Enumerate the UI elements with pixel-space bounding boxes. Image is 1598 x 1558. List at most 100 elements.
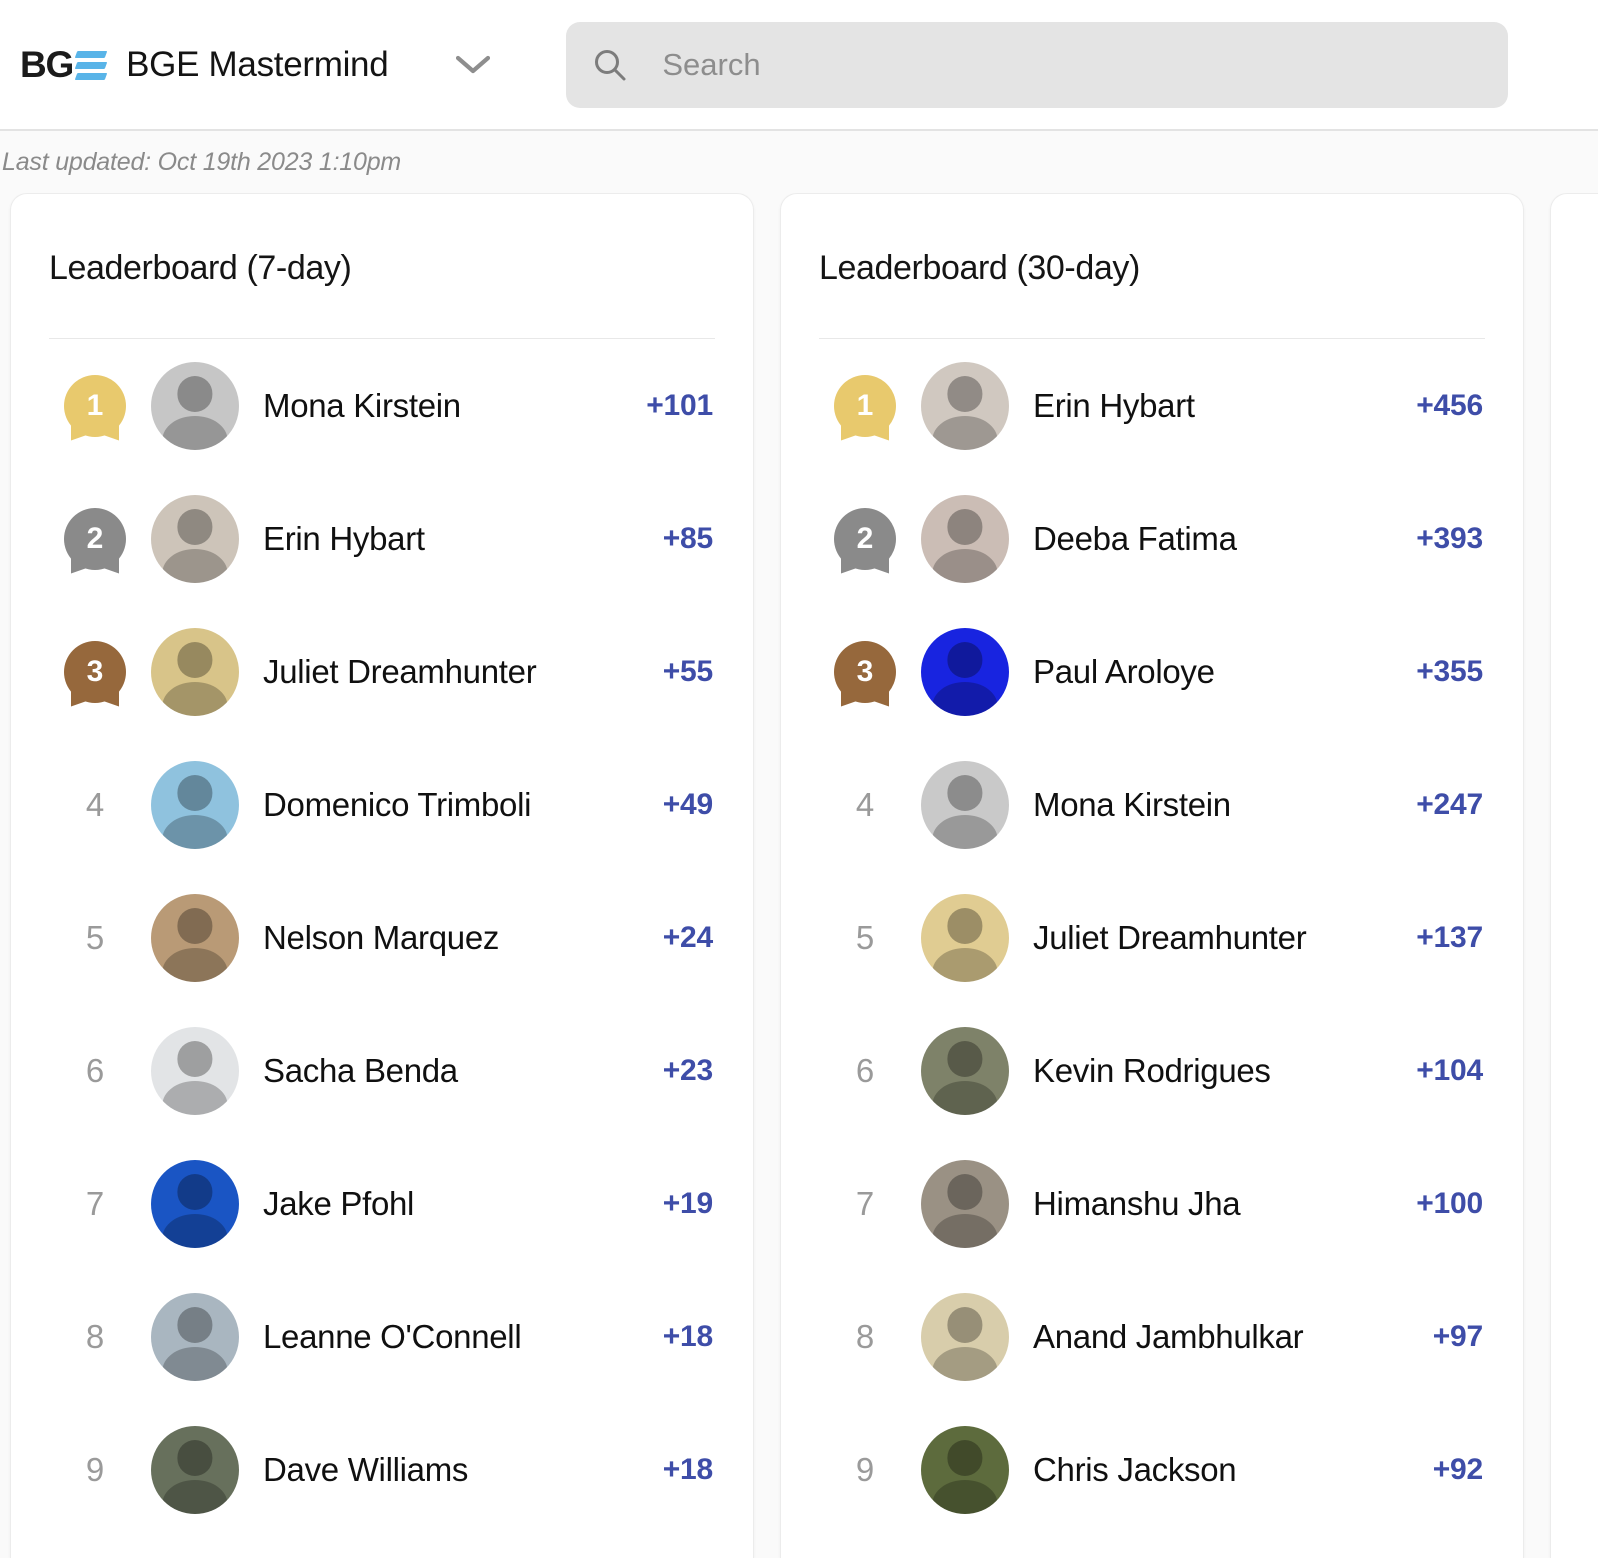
avatar[interactable] — [151, 1293, 239, 1381]
medal-silver-icon: 2 — [834, 508, 896, 570]
member-name: Erin Hybart — [1019, 387, 1416, 425]
search-icon — [592, 47, 628, 83]
rank-cell: 5 — [819, 871, 911, 1004]
rank-number: 1 — [834, 375, 896, 437]
score-value: +92 — [1433, 1453, 1485, 1487]
rank-number: 7 — [856, 1185, 874, 1223]
avatar[interactable] — [151, 495, 239, 583]
rank-cell: 1 — [819, 339, 911, 472]
member-name: Paul Aroloye — [1019, 653, 1416, 691]
leaderboard-row[interactable]: 2Deeba Fatima+393 — [819, 472, 1485, 605]
search-input[interactable] — [662, 22, 1482, 108]
score-value: +137 — [1416, 921, 1485, 955]
avatar[interactable] — [921, 1160, 1009, 1248]
leaderboard-row[interactable]: 4Domenico Trimboli+49 — [49, 738, 715, 871]
avatar[interactable] — [151, 894, 239, 982]
score-value: +19 — [663, 1187, 715, 1221]
score-value: +355 — [1416, 655, 1485, 689]
medal-silver-icon: 2 — [64, 508, 126, 570]
avatar[interactable] — [921, 1426, 1009, 1514]
avatar[interactable] — [151, 628, 239, 716]
score-value: +100 — [1416, 1187, 1485, 1221]
leaderboard-row[interactable]: 5Nelson Marquez+24 — [49, 871, 715, 1004]
rank-cell: 9 — [819, 1403, 911, 1536]
rank-cell: 4 — [819, 738, 911, 871]
avatar-portrait — [151, 894, 239, 982]
search-bar[interactable] — [566, 22, 1508, 108]
leaderboard-row[interactable]: 9Dave Williams+18 — [49, 1403, 715, 1536]
avatar-cell — [911, 1426, 1019, 1514]
leaderboard-row[interactable]: 5Juliet Dreamhunter+137 — [819, 871, 1485, 1004]
leaderboard-row[interactable]: 9Chris Jackson+92 — [819, 1403, 1485, 1536]
avatar-cell — [911, 628, 1019, 716]
rank-cell: 8 — [819, 1270, 911, 1403]
avatar[interactable] — [921, 1293, 1009, 1381]
rank-number: 6 — [856, 1052, 874, 1090]
rank-number: 9 — [856, 1451, 874, 1489]
avatar[interactable] — [921, 1027, 1009, 1115]
avatar-cell — [911, 362, 1019, 450]
avatar-cell — [911, 1293, 1019, 1381]
leaderboard-row[interactable]: 4Mona Kirstein+247 — [819, 738, 1485, 871]
leaderboard-row[interactable]: 3Juliet Dreamhunter+55 — [49, 605, 715, 738]
rank-number: 7 — [86, 1185, 104, 1223]
score-value: +18 — [663, 1320, 715, 1354]
avatar[interactable] — [921, 761, 1009, 849]
avatar[interactable] — [151, 1160, 239, 1248]
rank-number: 1 — [64, 375, 126, 437]
rank-cell: 7 — [49, 1137, 141, 1270]
member-name: Domenico Trimboli — [249, 786, 663, 824]
rank-number: 3 — [64, 641, 126, 703]
rank-number: 4 — [856, 786, 874, 824]
avatar[interactable] — [921, 495, 1009, 583]
avatar-cell — [911, 761, 1019, 849]
chevron-down-icon[interactable] — [450, 42, 496, 88]
leaderboard-card: Leaderboard (30-day)1Erin Hybart+4562Dee… — [780, 193, 1524, 1558]
leaderboard-row[interactable]: 2Erin Hybart+85 — [49, 472, 715, 605]
avatar-cell — [141, 1027, 249, 1115]
avatar[interactable] — [151, 1027, 239, 1115]
member-name: Sacha Benda — [249, 1052, 663, 1090]
leaderboard-row[interactable]: 8Leanne O'Connell+18 — [49, 1270, 715, 1403]
leaderboard-row[interactable]: 3 Paul Aroloye+355 — [819, 605, 1485, 738]
avatar[interactable] — [151, 362, 239, 450]
avatar-portrait — [151, 1027, 239, 1115]
app-title: BGE Mastermind — [126, 45, 388, 85]
avatar[interactable] — [921, 628, 1009, 716]
leaderboard-row[interactable]: 1Erin Hybart+456 — [819, 339, 1485, 472]
member-name: Jake Pfohl — [249, 1185, 663, 1223]
avatar[interactable] — [921, 894, 1009, 982]
member-name: Kevin Rodrigues — [1019, 1052, 1416, 1090]
leaderboard-title: Leaderboard (30-day) — [819, 194, 1485, 288]
leaderboard-row[interactable]: 6Sacha Benda+23 — [49, 1004, 715, 1137]
score-value: +104 — [1416, 1054, 1485, 1088]
avatar[interactable] — [151, 761, 239, 849]
brand-block: BG BGE Mastermind — [20, 45, 388, 85]
rank-cell: 6 — [819, 1004, 911, 1137]
score-value: +24 — [663, 921, 715, 955]
medal-gold-icon: 1 — [834, 375, 896, 437]
leaderboard-row[interactable]: 7 Jake Pfohl+19 — [49, 1137, 715, 1270]
member-name: Leanne O'Connell — [249, 1318, 663, 1356]
avatar-cell — [141, 362, 249, 450]
leaderboard-row[interactable]: 6 Kevin Rodrigues+104 — [819, 1004, 1485, 1137]
avatar[interactable] — [151, 1426, 239, 1514]
leaderboard-row[interactable]: 7Himanshu Jha+100 — [819, 1137, 1485, 1270]
avatar-portrait — [151, 362, 239, 450]
member-name: Mona Kirstein — [1019, 786, 1416, 824]
rank-number: 9 — [86, 1451, 104, 1489]
score-value: +18 — [663, 1453, 715, 1487]
app-header: BG BGE Mastermind — [0, 0, 1598, 131]
score-value: +97 — [1433, 1320, 1485, 1354]
logo-wordmark: BG — [20, 46, 73, 83]
rank-cell: 2 — [49, 472, 141, 605]
rank-cell: 3 — [49, 605, 141, 738]
last-updated-text: Last updated: Oct 19th 2023 1:10pm — [2, 148, 401, 177]
rank-cell: 3 — [819, 605, 911, 738]
avatar[interactable] — [921, 362, 1009, 450]
leaderboard-row[interactable]: 8Anand Jambhulkar+97 — [819, 1270, 1485, 1403]
medal-gold-icon: 1 — [64, 375, 126, 437]
rank-cell: 7 — [819, 1137, 911, 1270]
avatar-portrait — [151, 495, 239, 583]
leaderboard-row[interactable]: 1Mona Kirstein+101 — [49, 339, 715, 472]
